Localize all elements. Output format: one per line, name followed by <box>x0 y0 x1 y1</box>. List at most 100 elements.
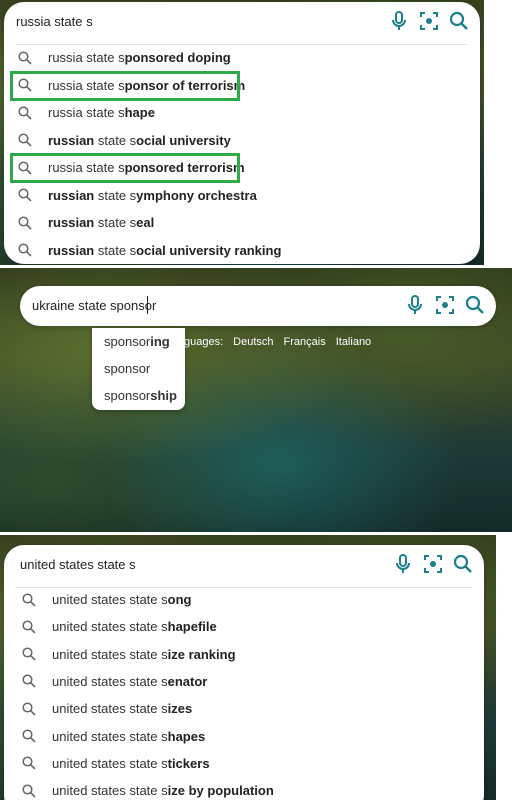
language-link[interactable]: Italiano <box>336 336 371 348</box>
suggestion-item[interactable]: russia state sponsor of terrorism <box>4 72 480 99</box>
suggestion-prefix: russia state s <box>48 105 125 120</box>
suggestion-item[interactable]: russian state social university ranking <box>4 237 480 264</box>
magnifier-icon <box>22 592 38 607</box>
search-input[interactable]: united states state s <box>20 557 136 572</box>
suggestion-completion: hapes <box>167 728 206 744</box>
visual-search-icon[interactable] <box>422 553 444 575</box>
suggestion-prefix: united states state s <box>52 592 168 607</box>
suggestion-item[interactable]: russian state symphony orchestra <box>4 182 480 209</box>
magnifier-icon <box>18 243 34 257</box>
text-cursor <box>147 296 148 314</box>
search-input[interactable]: ukraine state sponsor <box>32 298 156 313</box>
suggestion-prefix: state s <box>94 215 137 230</box>
magnifier-icon <box>22 647 38 661</box>
suggestion-item[interactable]: united states state senator <box>4 668 484 695</box>
suggestion-completion: hape <box>124 105 155 120</box>
languages-label: guages: <box>184 336 224 348</box>
suggestion-completion: ponsored terrorism <box>124 160 245 175</box>
microphone-icon[interactable] <box>404 294 426 316</box>
suggestion-prefix: state s <box>94 132 137 148</box>
language-link[interactable]: Deutsch <box>233 336 273 348</box>
suggestion-prefix: russia state s <box>48 160 125 175</box>
suggestion-prefix: sponsor <box>104 361 151 376</box>
suggestion-prefix: united states state s <box>52 673 168 689</box>
suggestion-item[interactable]: united states state shapefile <box>4 613 484 640</box>
suggestion-text: united states state size by population <box>52 783 274 798</box>
magnifier-icon <box>22 756 38 770</box>
search-box: russia state s russia state sponsored do… <box>4 2 480 264</box>
suggestion-item[interactable]: russian state social university <box>4 127 480 154</box>
suggestion-item[interactable]: united states state size by population <box>4 777 484 800</box>
search-icon[interactable] <box>464 294 486 316</box>
suggestion-item[interactable]: united states state size ranking <box>4 641 484 668</box>
magnifier-icon <box>18 78 34 92</box>
suggestion-completion: russian <box>48 187 95 203</box>
search-box: united states state s united states stat… <box>4 545 484 800</box>
suggestion-item[interactable]: united states state stickers <box>4 750 484 777</box>
suggestion-text: russian state seal <box>48 215 154 230</box>
suggestion-completion: izes <box>167 701 193 717</box>
search-icon[interactable] <box>448 10 470 32</box>
suggestion-completion: ize ranking <box>167 646 236 662</box>
magnifier-icon <box>22 702 38 716</box>
suggestion-completion: russian <box>48 242 95 258</box>
suggestion-completion: russian <box>48 215 95 230</box>
magnifier-icon <box>18 188 34 202</box>
search-icon[interactable] <box>452 553 474 575</box>
suggestion-text: russia state sponsor of terrorism <box>48 78 245 93</box>
magnifier-icon <box>18 133 34 147</box>
suggestion-text: russian state symphony orchestra <box>48 188 257 203</box>
autocomplete-dropdown: sponsor ing sponsor sponsor ship <box>92 328 185 410</box>
suggestion-completion: enator <box>167 673 208 689</box>
language-link[interactable]: Français <box>284 336 326 348</box>
suggestion-item[interactable]: united states state shapes <box>4 723 484 750</box>
suggestion-completion: eal <box>136 215 155 230</box>
suggestion-prefix: sponsor <box>104 388 151 403</box>
suggestion-prefix: sponsor <box>104 334 151 349</box>
suggestion-prefix: united states state s <box>52 619 168 635</box>
suggestion-item[interactable]: russian state seal <box>4 209 480 236</box>
microphone-icon[interactable] <box>388 10 410 32</box>
suggestion-completion: ocial university <box>136 132 231 148</box>
suggestion-text: united states state size ranking <box>52 647 236 662</box>
screenshot-panel-united-states: united states state s united states stat… <box>0 535 496 800</box>
microphone-icon[interactable] <box>392 553 414 575</box>
suggestion-prefix: state s <box>94 242 137 258</box>
suggestion-item[interactable]: sponsor ing <box>92 328 185 355</box>
suggestion-item[interactable]: sponsor ship <box>92 382 185 409</box>
search-box: ukraine state sponsor <box>20 286 496 326</box>
suggestion-item[interactable]: russia state shape <box>4 99 480 126</box>
suggestion-completion: tickers <box>167 755 210 771</box>
suggestion-completion: hapefile <box>167 619 217 635</box>
suggestion-text: united states state sizes <box>52 701 192 716</box>
suggestion-completion: ong <box>167 592 192 607</box>
suggestion-prefix: united states state s <box>52 755 168 771</box>
suggestion-completion: ponsor of terrorism <box>124 77 246 93</box>
suggestion-completion: russian <box>48 132 95 148</box>
suggestion-item[interactable]: russia state sponsored doping <box>4 44 480 71</box>
suggestion-prefix: united states state s <box>52 783 168 799</box>
magnifier-icon <box>18 50 34 65</box>
suggestion-item[interactable]: russia state sponsored terrorism <box>4 154 480 181</box>
suggestion-text: united states state shapefile <box>52 619 217 634</box>
suggestion-text: united states state senator <box>52 674 207 689</box>
magnifier-icon <box>18 160 34 175</box>
magnifier-icon <box>22 784 38 798</box>
suggestion-text: united states state song <box>52 592 191 607</box>
visual-search-icon[interactable] <box>434 294 456 316</box>
suggestion-completion: ize by population <box>167 783 274 799</box>
suggestion-prefix: russia state s <box>48 77 125 93</box>
suggestion-item[interactable]: united states state song <box>4 586 484 613</box>
magnifier-icon <box>18 215 34 230</box>
suggestion-text: russian state social university ranking <box>48 243 281 258</box>
language-links: guages: Deutsch Français Italiano <box>184 336 371 348</box>
suggestion-text: united states state shapes <box>52 729 205 744</box>
screenshot-panel-ukraine: ukraine state sponsor guages: Deutsch Fr… <box>0 268 512 532</box>
search-input[interactable]: russia state s <box>16 14 93 29</box>
magnifier-icon <box>22 620 38 634</box>
visual-search-icon[interactable] <box>418 10 440 32</box>
suggestion-item[interactable]: sponsor <box>92 355 185 382</box>
suggestion-item[interactable]: united states state sizes <box>4 695 484 722</box>
suggestion-completion: ship <box>150 388 177 403</box>
suggestion-text: russian state social university <box>48 133 231 148</box>
